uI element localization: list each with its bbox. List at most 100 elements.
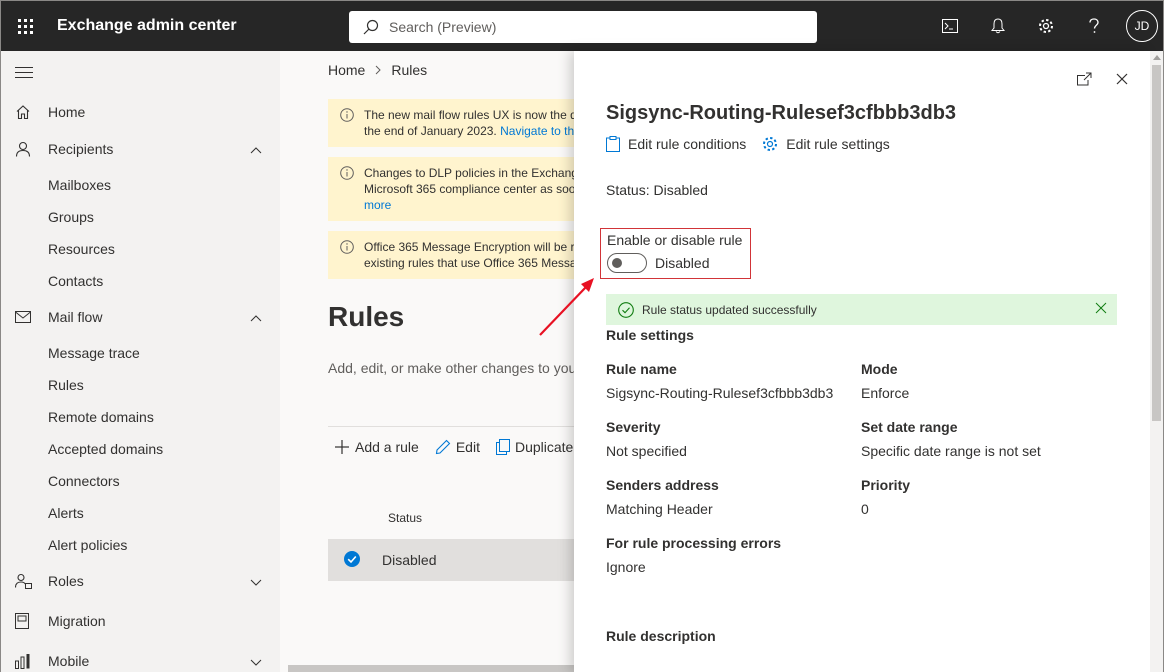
horizontal-scrollbar[interactable]	[288, 665, 574, 672]
notifications-button[interactable]	[974, 1, 1022, 51]
settings-button[interactable]	[1022, 1, 1070, 51]
sidebar-item-contacts[interactable]: Contacts	[1, 265, 280, 297]
sidebar-item-mailboxes[interactable]: Mailboxes	[1, 169, 280, 201]
add-rule-button[interactable]: Add a rule	[334, 439, 419, 455]
edit-rule-settings-button[interactable]: Edit rule settings	[762, 136, 890, 152]
waffle-icon	[17, 18, 33, 34]
checkmark-circle-icon[interactable]	[344, 550, 360, 570]
gear-icon	[763, 137, 778, 151]
mobile-icon	[1, 653, 48, 669]
cloud-shell-button[interactable]	[926, 1, 974, 51]
sidebar-item-label: Home	[48, 104, 86, 120]
toggle-highlight-box: Enable or disable rule Disabled	[600, 228, 751, 279]
edit-rule-conditions-label: Edit rule conditions	[628, 136, 747, 152]
field-senders-address: Senders address Matching Header	[606, 477, 719, 517]
toggle-state: Disabled	[655, 255, 710, 271]
banner-link[interactable]: Navigate to th	[500, 124, 574, 138]
sidebar-item-rules[interactable]: Rules	[1, 369, 280, 401]
breadcrumb-rules: Rules	[391, 62, 428, 78]
sidebar-item-connectors[interactable]: Connectors	[1, 465, 280, 497]
chevron-down-icon[interactable]	[250, 653, 262, 669]
field-value: Specific date range is not set	[861, 443, 1041, 459]
chevron-up-icon[interactable]	[250, 141, 262, 157]
chevron-down-icon[interactable]	[250, 573, 262, 589]
info-banner: The new mail flow rules UX is now the d …	[328, 99, 574, 147]
sidebar-item-alert-policies[interactable]: Alert policies	[1, 529, 280, 561]
rule-status: Status: Disabled	[606, 182, 708, 198]
breadcrumb-home[interactable]: Home	[328, 62, 365, 78]
page-title: Rules	[328, 301, 405, 332]
avatar[interactable]: JD	[1126, 10, 1158, 42]
help-button[interactable]	[1070, 1, 1118, 51]
info-icon	[340, 108, 354, 126]
enable-rule-toggle[interactable]	[607, 253, 647, 273]
rule-details-panel: Sigsync-Routing-Rulesef3cfbbb3db3 Edit r…	[574, 51, 1150, 672]
sidebar-item-label: Connectors	[48, 473, 120, 489]
sidebar-item-mobile[interactable]: Mobile	[1, 641, 280, 672]
sidebar-item-label: Remote domains	[48, 409, 154, 425]
sidebar-item-accepted-domains[interactable]: Accepted domains	[1, 433, 280, 465]
close-panel-button[interactable]	[1110, 67, 1134, 91]
sidebar-item-label: Recipients	[48, 141, 114, 157]
sidebar-item-alerts[interactable]: Alerts	[1, 497, 280, 529]
field-value: Not specified	[606, 443, 687, 459]
banner-link[interactable]: more	[364, 198, 391, 212]
field-mode: Mode Enforce	[861, 361, 909, 401]
sidebar-item-home[interactable]: Home	[1, 95, 280, 129]
search-input[interactable]	[389, 19, 769, 35]
chevron-up-icon[interactable]	[250, 309, 262, 325]
sidebar-item-recipients[interactable]: Recipients	[1, 129, 280, 169]
edit-rule-settings-label: Edit rule settings	[786, 136, 890, 152]
toggle-label: Enable or disable rule	[607, 232, 743, 248]
search-box[interactable]	[349, 11, 817, 43]
rule-settings-heading: Rule settings	[606, 327, 694, 343]
hamburger-menu-icon[interactable]	[15, 67, 33, 82]
terminal-icon	[942, 19, 958, 33]
home-icon	[1, 104, 48, 120]
edit-button[interactable]: Edit	[435, 439, 480, 455]
field-label: Senders address	[606, 477, 719, 493]
command-bar: Add a rule Edit Duplicate	[334, 439, 574, 455]
popout-button[interactable]	[1072, 67, 1096, 91]
info-icon	[340, 166, 354, 184]
field-value: 0	[861, 501, 869, 517]
edit-rule-conditions-button[interactable]: Edit rule conditions	[606, 136, 746, 152]
sidebar-item-roles[interactable]: Roles	[1, 561, 280, 601]
sidebar-item-remote-domains[interactable]: Remote domains	[1, 401, 280, 433]
scrollbar-thumb[interactable]	[1152, 65, 1161, 421]
field-priority: Priority 0	[861, 477, 910, 517]
dismiss-message-icon[interactable]	[1095, 302, 1107, 317]
panel-title: Sigsync-Routing-Rulesef3cfbbb3db3	[606, 102, 957, 124]
field-label: Priority	[861, 477, 911, 493]
duplicate-button[interactable]: Duplicate	[495, 439, 573, 455]
app-launcher-button[interactable]	[3, 1, 47, 51]
app-title[interactable]: Exchange admin center	[57, 17, 347, 35]
clipboard-icon	[606, 136, 620, 152]
table-row[interactable]: Disabled	[328, 539, 574, 581]
checkmark-circle-icon	[618, 301, 634, 318]
banner-text: Office 365 Message Encryption will be re	[364, 240, 574, 254]
sidebar-item-resources[interactable]: Resources	[1, 233, 280, 265]
toggle-knob	[612, 258, 622, 268]
success-message-bar: Rule status updated successfully	[606, 294, 1117, 325]
success-message: Rule status updated successfully	[642, 302, 817, 317]
field-value: Sigsync-Routing-Rulesef3cfbbb3db3	[606, 385, 834, 401]
banner-text: Microsoft 365 compliance center as soo	[364, 182, 574, 196]
page-description: Add, edit, or make other changes to you	[328, 360, 574, 376]
bell-icon	[991, 18, 1005, 34]
sidebar-item-message-trace[interactable]: Message trace	[1, 337, 280, 369]
sidebar-item-label: Accepted domains	[48, 441, 164, 457]
field-rule-name: Rule name Sigsync-Routing-Rulesef3cfbbb3…	[606, 361, 833, 401]
sidebar-item-label: Message trace	[48, 345, 140, 361]
column-header-status[interactable]: Status	[388, 511, 422, 525]
sidebar-item-mail-flow[interactable]: Mail flow	[1, 297, 280, 337]
pencil-icon	[435, 439, 451, 455]
field-value: Matching Header	[606, 501, 713, 517]
rule-description-heading: Rule description	[606, 628, 716, 644]
sidebar-item-migration[interactable]: Migration	[1, 601, 280, 641]
sidebar-item-groups[interactable]: Groups	[1, 201, 280, 233]
close-icon	[1116, 73, 1128, 85]
banner-text: existing rules that use Office 365 Messa	[364, 256, 574, 270]
vertical-scrollbar[interactable]	[1150, 51, 1163, 672]
scroll-up-icon[interactable]	[1153, 55, 1161, 60]
